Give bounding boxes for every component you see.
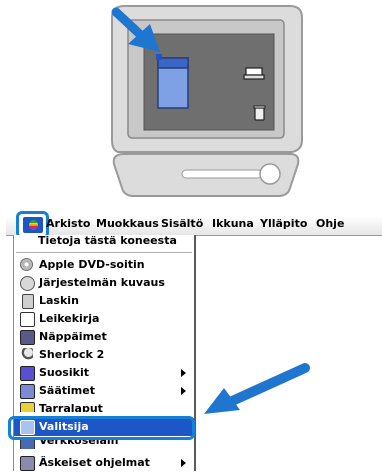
menu-item-label: Verkkoselain	[39, 439, 119, 447]
submenu-arrow-icon	[181, 387, 186, 395]
menu-item-label: Näppäimet	[39, 330, 107, 343]
menu-item-label: Sherlock 2	[39, 348, 105, 361]
submenu-arrow-icon	[181, 459, 186, 467]
menu-bar: Arkisto Muokkaus Sisältö Ikkuna Ylläpito…	[6, 211, 382, 239]
menu-item-browser[interactable]: Verkkoselain	[14, 439, 194, 449]
menu-muokkaus[interactable]: Muokkaus	[96, 217, 159, 230]
menu-item-label: Tarralaput	[39, 402, 103, 412]
menu-separator	[16, 252, 192, 253]
menu-ohje[interactable]: Ohje	[316, 217, 344, 230]
about-this-computer-label: Tietoja tästä koneesta	[38, 234, 177, 247]
menu-item-recent-apps[interactable]: Äskeiset ohjelmat	[14, 454, 194, 472]
menu-item-scrapbook[interactable]: Leikekirja	[14, 310, 194, 328]
menu-item-control-panels[interactable]: Säätimet	[14, 382, 194, 400]
menu-item-label: Apple DVD-soitin	[39, 258, 145, 271]
system-profiler-icon	[20, 276, 35, 291]
menu-item-key-caps[interactable]: Näppäimet	[14, 328, 194, 346]
control-panels-icon	[20, 384, 35, 399]
menu-item-label: Järjestelmän kuvaus	[39, 276, 165, 289]
favorites-icon	[20, 366, 35, 381]
recent-apps-icon	[20, 456, 35, 471]
menu-sisalto[interactable]: Sisältö	[161, 217, 203, 230]
menu-item-label: Säätimet	[39, 384, 95, 397]
menu-item-label: Äskeiset ohjelmat	[39, 456, 150, 469]
scrapbook-icon	[20, 312, 35, 327]
browser-icon	[20, 439, 35, 449]
submenu-arrow-icon	[181, 369, 186, 377]
menu-arkisto[interactable]: Arkisto	[46, 217, 90, 230]
calculator-icon	[22, 294, 34, 309]
trash-icon	[253, 105, 266, 121]
apple-menu-highlight	[23, 217, 43, 233]
selection-highlight-frame	[8, 416, 195, 440]
menu-item-label: Leikekirja	[39, 312, 100, 325]
pointer-arrow-icon	[204, 363, 310, 414]
apple-logo-icon	[29, 220, 38, 230]
menu-yllapito[interactable]: Ylläpito	[260, 217, 307, 230]
hard-disk-icon	[243, 67, 265, 80]
menu-item-system-profiler[interactable]: Järjestelmän kuvaus	[14, 274, 194, 292]
menu-item-favorites[interactable]: Suosikit	[14, 364, 194, 382]
menu-item-sherlock[interactable]: Sherlock 2	[14, 346, 194, 364]
sherlock-icon	[20, 348, 33, 361]
menu-item-label: Suosikit	[39, 366, 89, 379]
dvd-icon	[20, 258, 33, 271]
menu-item-apple-dvd[interactable]: Apple DVD-soitin	[14, 256, 194, 274]
menu-item-label: Laskin	[39, 294, 79, 307]
menu-item-calculator[interactable]: Laskin	[14, 292, 194, 310]
stickies-icon	[20, 402, 35, 412]
menu-ikkuna[interactable]: Ikkuna	[212, 217, 254, 230]
menu-item-stickies[interactable]: Tarralaput	[14, 400, 194, 412]
screen-window	[156, 54, 189, 109]
key-caps-icon	[20, 330, 35, 345]
about-this-computer-item[interactable]: Tietoja tästä koneesta	[14, 234, 194, 250]
imac-illustration	[111, 5, 303, 197]
